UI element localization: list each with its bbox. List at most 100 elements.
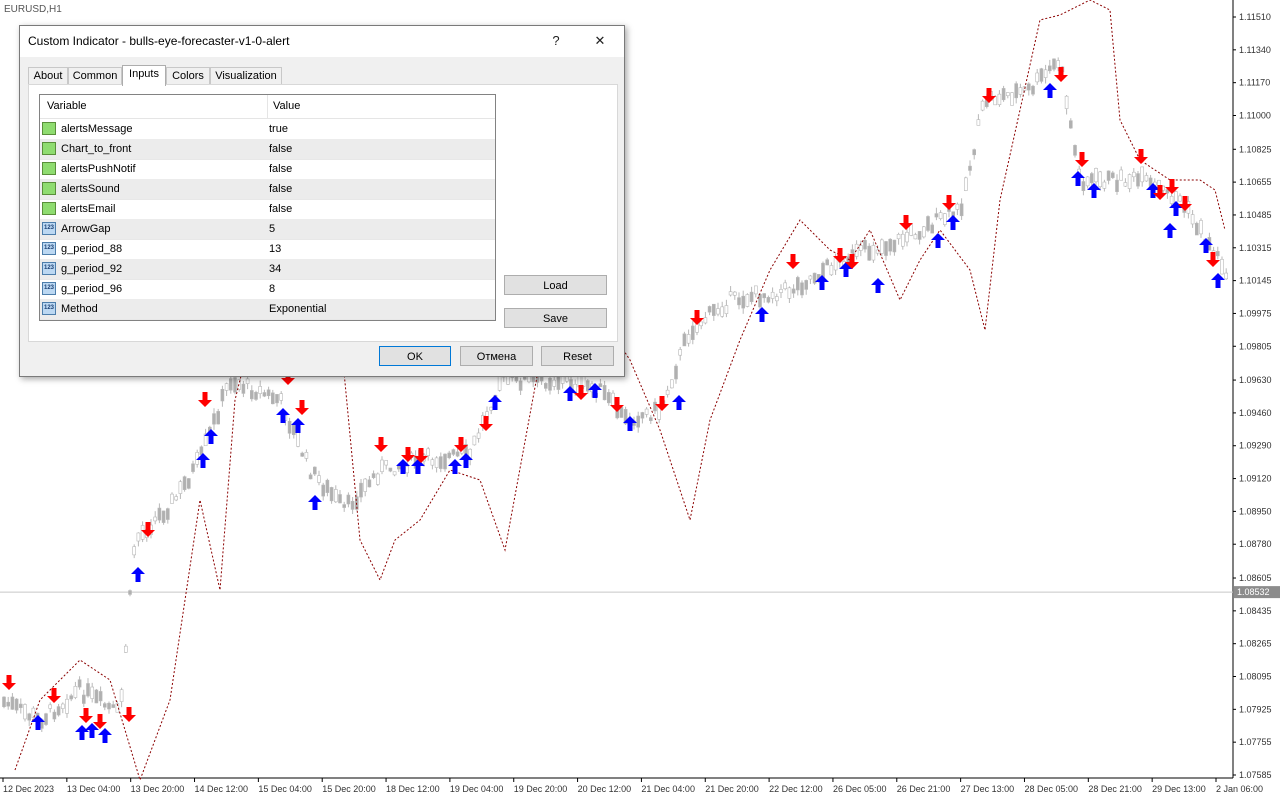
candle-body: [128, 590, 132, 595]
save-button[interactable]: Save: [504, 308, 607, 328]
candle-body: [333, 489, 338, 503]
candle-body: [611, 392, 615, 406]
candle-body: [1195, 222, 1199, 236]
candle-body: [1178, 195, 1182, 202]
candle-body: [304, 452, 309, 459]
candle-body: [375, 473, 380, 485]
dialog-titlebar[interactable]: Custom Indicator - bulls-eye-forecaster-…: [20, 26, 624, 57]
candle-body: [60, 703, 65, 709]
candle-body: [212, 413, 216, 425]
numeric-param-icon: 123: [42, 242, 56, 255]
time-tick-label: 2 Jan 06:00: [1216, 784, 1263, 794]
table-row[interactable]: 123 g_period_96 8: [40, 279, 495, 300]
price-tick-label: 1.09120: [1239, 474, 1272, 484]
buy-arrow-icon: [1043, 83, 1057, 98]
param-value[interactable]: false: [269, 203, 292, 215]
ok-button[interactable]: OK: [379, 346, 451, 366]
candle-body: [1043, 69, 1048, 78]
table-row[interactable]: alertsPushNotif false: [40, 159, 495, 180]
table-row[interactable]: 123 g_period_88 13: [40, 239, 495, 260]
tab-common[interactable]: Common: [68, 67, 122, 85]
table-row[interactable]: alertsEmail false: [40, 199, 495, 220]
param-value[interactable]: Exponential: [269, 303, 327, 315]
param-value[interactable]: 8: [269, 283, 275, 295]
candle-body: [224, 383, 229, 391]
param-value[interactable]: 34: [269, 263, 281, 275]
param-value[interactable]: true: [269, 123, 288, 135]
candle-body: [233, 377, 237, 393]
candle-body: [94, 689, 99, 704]
candle-body: [653, 401, 657, 412]
param-value[interactable]: false: [269, 143, 292, 155]
candle-body: [1064, 95, 1069, 109]
help-button[interactable]: ?: [544, 31, 568, 51]
column-variable[interactable]: Variable: [47, 100, 87, 112]
candle-body: [451, 449, 456, 455]
table-row[interactable]: 123 g_period_92 34: [40, 259, 495, 280]
price-tick-label: 1.07755: [1239, 737, 1272, 747]
candle-body: [1136, 173, 1140, 187]
table-row[interactable]: 123 ArrowGap 5: [40, 219, 495, 240]
candle-body: [199, 446, 204, 455]
reset-button[interactable]: Reset: [541, 346, 614, 366]
candle-body: [787, 287, 792, 299]
time-tick-label: 27 Dec 13:00: [961, 784, 1015, 794]
time-tick-label: 19 Dec 20:00: [514, 784, 568, 794]
candle-body: [703, 317, 708, 324]
candle-body: [871, 245, 876, 261]
bool-param-icon: [42, 142, 56, 155]
price-tick-label: 1.10485: [1239, 210, 1272, 220]
cancel-button[interactable]: Отмена: [460, 346, 533, 366]
time-tick-label: 12 Dec 2023: [3, 784, 54, 794]
candle-body: [229, 378, 233, 391]
table-row[interactable]: Chart_to_front false: [40, 139, 495, 160]
param-value[interactable]: false: [269, 163, 292, 175]
candle-body: [1115, 179, 1119, 192]
candle-body: [602, 385, 607, 401]
candle-body: [879, 239, 884, 254]
sell-arrow-icon: [79, 708, 93, 723]
param-value[interactable]: 5: [269, 223, 275, 235]
candle-body: [741, 295, 746, 309]
price-tick-label: 1.10825: [1239, 144, 1272, 154]
table-row[interactable]: alertsMessage true: [40, 119, 495, 140]
price-tick-label: 1.08435: [1239, 606, 1272, 616]
tab-colors[interactable]: Colors: [166, 67, 210, 85]
close-icon[interactable]: ✕: [588, 31, 612, 51]
candle-body: [447, 452, 452, 459]
candle-body: [795, 277, 800, 291]
bool-param-icon: [42, 162, 56, 175]
candle-body: [636, 415, 641, 428]
param-value[interactable]: false: [269, 183, 292, 195]
table-row[interactable]: alertsSound false: [40, 179, 495, 200]
candle-body: [161, 510, 166, 523]
candle-body: [800, 282, 804, 296]
tab-visualization[interactable]: Visualization: [210, 67, 282, 85]
tab-about[interactable]: About: [28, 67, 68, 85]
column-value[interactable]: Value: [273, 100, 300, 112]
candle-body: [1005, 92, 1010, 97]
candle-body: [384, 460, 389, 466]
param-value[interactable]: 13: [269, 243, 281, 255]
price-tick-label: 1.07585: [1239, 770, 1272, 780]
candle-body: [300, 452, 305, 457]
table-row[interactable]: 123 Method Exponential: [40, 299, 495, 320]
time-tick-label: 28 Dec 05:00: [1024, 784, 1078, 794]
candle-body: [758, 294, 762, 308]
candle-body: [438, 456, 443, 469]
custom-indicator-dialog: Custom Indicator - bulls-eye-forecaster-…: [19, 25, 625, 377]
candle-body: [216, 411, 220, 425]
sell-arrow-icon: [655, 396, 669, 411]
buy-arrow-icon: [448, 459, 462, 474]
candle-body: [548, 377, 552, 391]
tab-inputs[interactable]: Inputs: [122, 65, 166, 86]
candle-body: [959, 203, 964, 217]
candle-body: [270, 392, 275, 405]
param-name: Chart_to_front: [61, 143, 132, 155]
candle-body: [682, 333, 687, 347]
candle-body: [1106, 170, 1111, 181]
candle-body: [296, 431, 300, 447]
load-button[interactable]: Load: [504, 275, 607, 295]
candle-body: [1039, 68, 1044, 82]
candle-body: [1027, 83, 1031, 91]
